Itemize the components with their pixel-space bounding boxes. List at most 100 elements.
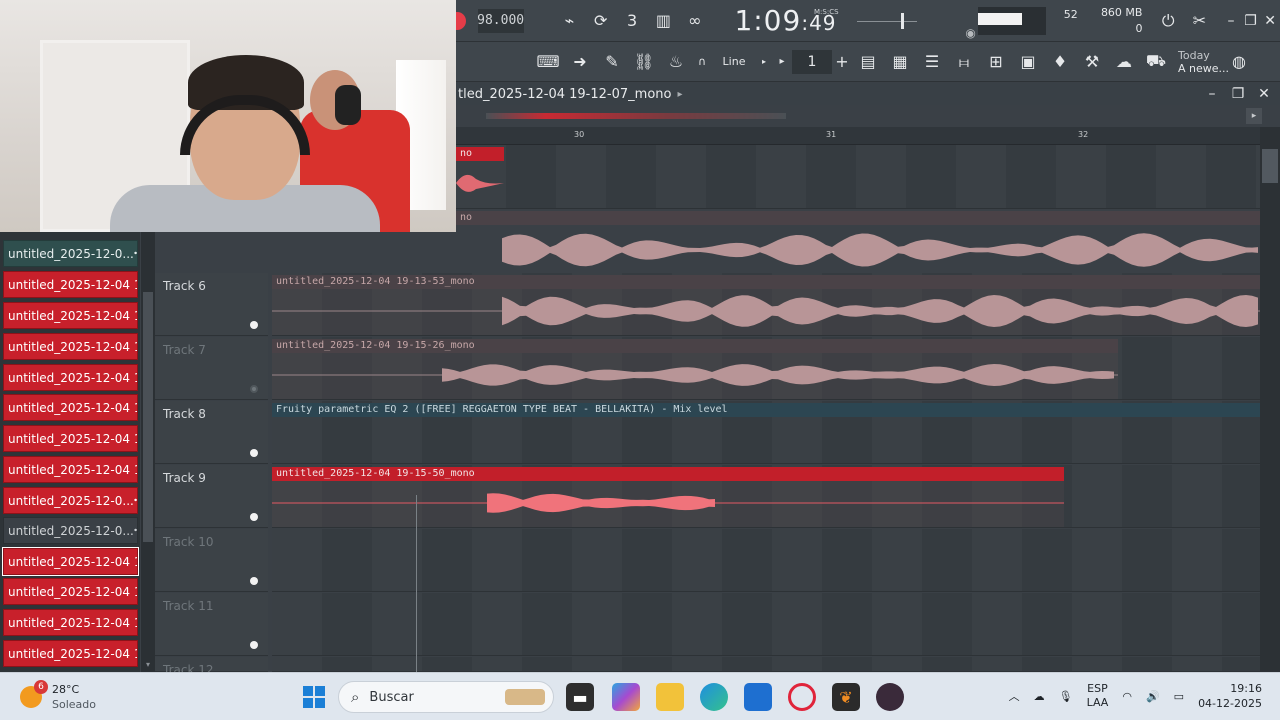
wait-icon[interactable]: ⟳ bbox=[585, 7, 616, 35]
microphone-icon[interactable]: 🎙 bbox=[1059, 690, 1073, 703]
track-lane[interactable] bbox=[272, 529, 1260, 592]
channel-button[interactable]: untitled_2025-12-04 19... bbox=[3, 578, 138, 605]
step-edit-icon[interactable]: ▥ bbox=[648, 7, 679, 35]
clip-header[interactable]: no bbox=[456, 211, 1260, 225]
weather-widget[interactable]: 6 28°C Soleado bbox=[20, 679, 96, 712]
metronome-icon[interactable]: ⌁ bbox=[554, 7, 585, 35]
tools-icon[interactable]: ✂ bbox=[1184, 7, 1215, 35]
channel-button[interactable]: untitled_2025-12-04 18... bbox=[3, 456, 138, 483]
overview-strip[interactable] bbox=[486, 113, 786, 119]
fl-studio-icon[interactable]: ❦ bbox=[832, 683, 860, 711]
track-lane[interactable]: Fruity parametric EQ 2 ([FREE] REGGAETON… bbox=[272, 401, 1260, 464]
eye-icon[interactable]: ◉ bbox=[965, 26, 975, 40]
playlist-icon[interactable]: ▤ bbox=[852, 48, 884, 76]
file-explorer-icon[interactable] bbox=[656, 683, 684, 711]
track-header[interactable]: Track 11 bbox=[155, 593, 268, 656]
clip-header[interactable]: untitled_2025-12-04 19-15-26_mono bbox=[272, 339, 1118, 353]
channel-rack-icon[interactable]: ☰ bbox=[916, 48, 948, 76]
browser-icon[interactable]: ⊞ bbox=[980, 48, 1012, 76]
shop-icon[interactable]: ⛟ bbox=[1140, 48, 1172, 76]
track-lane[interactable] bbox=[272, 593, 1260, 656]
clock[interactable]: 19:16 04-12-2025 bbox=[1198, 681, 1262, 711]
taskbar-search[interactable]: ⌕ Buscar bbox=[338, 681, 554, 713]
globe-icon[interactable]: ◍ bbox=[1229, 48, 1249, 76]
close-icon[interactable]: ✕ bbox=[1260, 13, 1280, 29]
taskview-icon[interactable]: ▬ bbox=[566, 683, 594, 711]
track-header[interactable]: Track 9 bbox=[155, 465, 268, 528]
track-header[interactable]: Track 6 bbox=[155, 273, 268, 336]
track-enable-toggle[interactable] bbox=[250, 641, 258, 649]
pattern-prev-icon[interactable]: ▸ bbox=[772, 48, 792, 76]
channel-button[interactable]: untitled_2025-12-04 18... bbox=[3, 302, 138, 329]
restore-icon[interactable]: ❐ bbox=[1241, 13, 1261, 29]
playlist-minimize-icon[interactable]: – bbox=[1202, 86, 1222, 102]
track-header[interactable]: Track 10 bbox=[155, 529, 268, 592]
track-enable-toggle[interactable] bbox=[250, 321, 258, 329]
news-panel[interactable]: Today A newe... bbox=[1178, 49, 1229, 75]
track-lane[interactable]: untitled_2025-12-04 19-13-53_mono bbox=[272, 273, 1260, 336]
title-arrow-icon[interactable]: ▸ bbox=[677, 89, 682, 100]
snap-select[interactable]: ∩ Line ▸ bbox=[692, 51, 772, 73]
cloud-icon[interactable]: ☁ bbox=[1108, 48, 1140, 76]
clip-header[interactable]: untitled_2025-12-04 19-13-53_mono bbox=[272, 275, 1260, 289]
obs-icon[interactable] bbox=[876, 683, 904, 711]
store-icon[interactable] bbox=[744, 683, 772, 711]
track-lane[interactable] bbox=[272, 657, 1260, 672]
master-volume-slider[interactable] bbox=[856, 12, 917, 29]
clip-header[interactable]: no bbox=[456, 147, 504, 161]
track-header[interactable]: Track 12 bbox=[155, 657, 268, 677]
channel-button[interactable]: untitled_2025-12-0...✣ bbox=[3, 487, 138, 514]
channel-button[interactable]: untitled_2025-12-04 18... bbox=[3, 425, 138, 452]
m365-icon[interactable] bbox=[612, 683, 640, 711]
scroll-down-icon[interactable]: ▾ bbox=[141, 658, 155, 670]
add-pattern-icon[interactable]: + bbox=[832, 48, 852, 76]
channel-button[interactable]: untitled_2025-12-0...✣ bbox=[3, 517, 138, 544]
wifi-icon[interactable]: ◠ bbox=[1122, 690, 1132, 703]
onedrive-icon[interactable]: ☁ bbox=[1034, 690, 1045, 703]
channel-button[interactable]: untitled_2025-12-04 18... bbox=[3, 394, 138, 421]
project-info-icon[interactable]: ▣ bbox=[1012, 48, 1044, 76]
windows-start-icon[interactable] bbox=[300, 683, 328, 711]
countdown-icon[interactable]: 3 bbox=[616, 7, 647, 35]
chevron-up-icon[interactable]: ︿ bbox=[1009, 688, 1020, 704]
playlist-close-icon[interactable]: ✕ bbox=[1254, 86, 1274, 102]
channel-button[interactable]: untitled_2025-12-0...✣ bbox=[3, 240, 138, 267]
track-enable-toggle[interactable] bbox=[250, 577, 258, 585]
channel-button[interactable]: untitled_2025-12-04 18... bbox=[3, 271, 138, 298]
piano-roll-icon[interactable]: ▦ bbox=[884, 48, 916, 76]
minimize-icon[interactable]: – bbox=[1221, 13, 1241, 29]
tempo-display[interactable]: 98.000 bbox=[477, 8, 524, 33]
language-indicator[interactable]: ESP LAA bbox=[1087, 682, 1109, 710]
channel-list-scrollbar[interactable] bbox=[141, 232, 155, 672]
timeline-ruler[interactable]: 30 31 32 bbox=[456, 127, 1260, 145]
channel-button[interactable]: untitled_2025-12-04 19... bbox=[3, 640, 138, 667]
pick-icon[interactable]: ⚒ bbox=[1076, 48, 1108, 76]
opera-icon[interactable] bbox=[788, 683, 816, 711]
channel-button[interactable]: untitled_2025-12-04 19... bbox=[3, 609, 138, 636]
track-header[interactable]: Track 8 bbox=[155, 401, 268, 464]
track-enable-toggle[interactable] bbox=[250, 513, 258, 521]
loop-record-icon[interactable]: ∞ bbox=[679, 7, 710, 35]
clip-header[interactable]: untitled_2025-12-04 19-15-50_mono bbox=[272, 467, 1064, 481]
channel-button[interactable]: untitled_2025-12-04 18... bbox=[3, 333, 138, 360]
pattern-selector[interactable]: 1 bbox=[792, 49, 832, 74]
track-lane[interactable]: untitled_2025-12-04 19-15-50_mono bbox=[272, 465, 1260, 528]
playlist-maximize-icon[interactable]: ❐ bbox=[1228, 86, 1248, 102]
edge-icon[interactable] bbox=[700, 683, 728, 711]
overview-scroll-right-icon[interactable]: ▸ bbox=[1246, 108, 1262, 124]
mixer-icon[interactable]: ⧦ bbox=[948, 48, 980, 76]
playlist-overview[interactable]: ▸ bbox=[456, 105, 1280, 127]
clip-header[interactable]: Fruity parametric EQ 2 ([FREE] REGGAETON… bbox=[272, 403, 1260, 417]
stamp-icon[interactable]: ♨ bbox=[660, 48, 692, 76]
track-header[interactable]: Track 7 bbox=[155, 337, 268, 400]
link-icon[interactable]: ⛓ bbox=[628, 48, 660, 76]
track-enable-toggle[interactable] bbox=[250, 449, 258, 457]
playlist-vertical-scrollbar[interactable] bbox=[1260, 127, 1280, 672]
battery-icon[interactable]: ▭ bbox=[1174, 690, 1184, 703]
track-enable-toggle[interactable] bbox=[250, 385, 258, 393]
draw-icon[interactable]: ✎ bbox=[596, 48, 628, 76]
upper-lane[interactable]: no bbox=[456, 145, 1260, 209]
typing-keyboard-icon[interactable]: ⌨ bbox=[532, 48, 564, 76]
channel-button[interactable]: untitled_2025-12-04 19... bbox=[2, 547, 139, 576]
volume-icon[interactable]: 🔊 bbox=[1146, 690, 1160, 703]
